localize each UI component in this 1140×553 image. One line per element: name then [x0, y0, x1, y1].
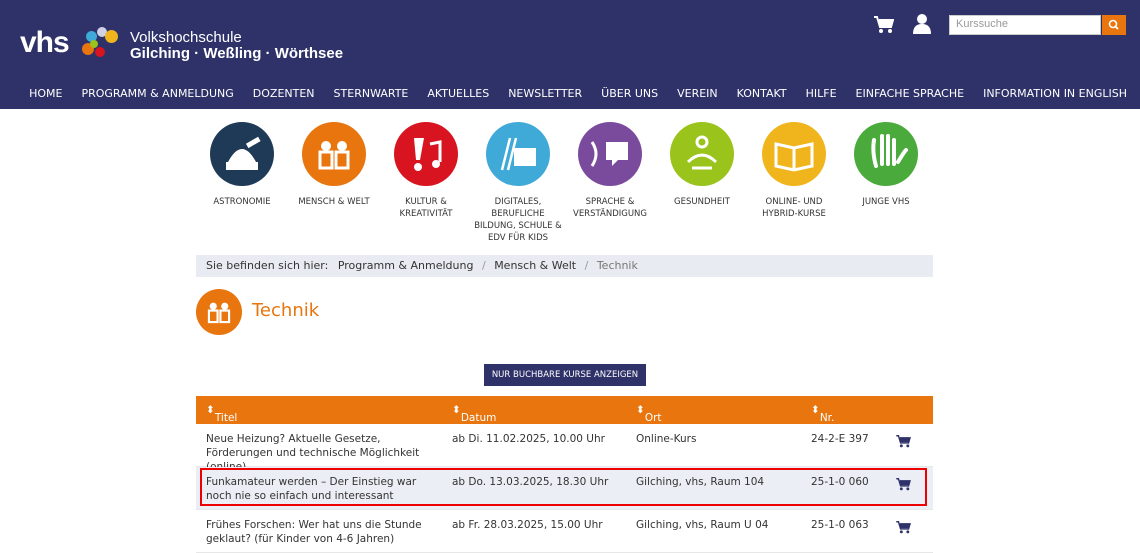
course-date: ab Di. 11.02.2025, 10.00 Uhr: [452, 433, 605, 445]
nav-aktuelles[interactable]: AKTUELLES: [427, 87, 489, 100]
search-input[interactable]: Kurssuche: [949, 15, 1101, 35]
nav-programm[interactable]: PROGRAMM & ANMELDUNG: [81, 87, 233, 100]
table-header: ⬍ Titel ⬍ Datum ⬍ Ort ⬍ Nr.: [196, 396, 933, 424]
breadcrumb: Sie befinden sich hier: Programm & Anmel…: [196, 255, 933, 277]
category-online[interactable]: ONLINE- UND HYBRID-KURSE: [748, 122, 840, 220]
briefcase-icon: [486, 122, 550, 186]
brand-line-2: Gilching · Weßling · Wörthsee: [130, 45, 344, 62]
bookable-filter-button[interactable]: NUR BUCHBARE KURSE ANZEIGEN: [484, 364, 646, 386]
category-sprache[interactable]: SPRACHE & VERSTÄNDIGUNG: [564, 122, 656, 220]
table-row[interactable]: Frühes Forschen: Wer hat uns die Stunde …: [196, 510, 933, 553]
page-title: Technik: [252, 300, 320, 321]
meditation-icon: [670, 122, 734, 186]
category-kultur[interactable]: KULTUR & KREATIVITÄT: [380, 122, 472, 220]
hand-icon: [854, 122, 918, 186]
speech-bubble-icon: [578, 122, 642, 186]
breadcrumb-prefix: Sie befinden sich hier:: [206, 259, 329, 272]
nav-home[interactable]: HOME: [29, 87, 62, 100]
category-gesundheit[interactable]: GESUNDHEIT: [656, 122, 748, 208]
table-row[interactable]: Neue Heizung? Aktuelle Gesetze, Förderun…: [196, 424, 933, 473]
nav-english[interactable]: INFORMATION IN ENGLISH: [983, 87, 1127, 100]
category-mensch-welt[interactable]: MENSCH & WELT: [288, 122, 380, 208]
cart-icon[interactable]: [896, 521, 911, 534]
main-nav: HOME PROGRAMM & ANMELDUNG DOZENTEN STERN…: [10, 87, 1127, 100]
site-header: vhs Volkshochschule Gilching · Weßling ·…: [0, 0, 1140, 109]
breadcrumb-separator: /: [481, 259, 486, 272]
row-highlight-box: [200, 468, 927, 506]
breadcrumb-programm[interactable]: Programm & Anmeldung: [338, 259, 474, 272]
paint-music-icon: [394, 122, 458, 186]
people-icon: [302, 122, 366, 186]
cart-icon[interactable]: [874, 16, 894, 34]
book-icon: [762, 122, 826, 186]
logo-dots-icon: [80, 27, 120, 63]
sort-place[interactable]: ⬍ Ort: [636, 404, 662, 424]
telescope-icon: [210, 122, 274, 186]
sort-title[interactable]: ⬍ Titel: [206, 404, 237, 424]
course-title[interactable]: Frühes Forschen: Wer hat uns die Stunde …: [206, 518, 441, 546]
people-icon: [196, 289, 242, 335]
course-place: Gilching, vhs, Raum U 04: [636, 519, 769, 531]
brand-line-1: Volkshochschule: [130, 29, 242, 46]
nav-ueber-uns[interactable]: ÜBER UNS: [601, 87, 658, 100]
search-button[interactable]: [1102, 15, 1126, 35]
nav-newsletter[interactable]: NEWSLETTER: [508, 87, 582, 100]
category-digitales[interactable]: DIGITALES, BERUFLICHE BILDUNG, SCHULE & …: [472, 122, 564, 244]
breadcrumb-mensch-welt[interactable]: Mensch & Welt: [494, 259, 576, 272]
search-icon: [1108, 19, 1119, 30]
breadcrumb-separator: /: [584, 259, 589, 272]
cart-icon[interactable]: [896, 435, 911, 448]
category-junge-vhs[interactable]: JUNGE VHS: [840, 122, 932, 208]
nav-einfache-sprache[interactable]: EINFACHE SPRACHE: [856, 87, 965, 100]
course-place: Online-Kurs: [636, 433, 697, 445]
nav-verein[interactable]: VEREIN: [677, 87, 718, 100]
category-bar: ASTRONOMIE MENSCH & WELT KULTUR & KREATI…: [196, 122, 933, 247]
course-nr: 25-1-0 063: [811, 519, 869, 531]
course-nr: 24-2-E 397: [811, 433, 869, 445]
user-icon[interactable]: [913, 14, 931, 34]
sort-nr[interactable]: ⬍ Nr.: [811, 404, 834, 424]
course-date: ab Fr. 28.03.2025, 15.00 Uhr: [452, 519, 603, 531]
nav-sternwarte[interactable]: STERNWARTE: [334, 87, 409, 100]
nav-hilfe[interactable]: HILFE: [806, 87, 837, 100]
breadcrumb-current: Technik: [596, 259, 638, 272]
nav-kontakt[interactable]: KONTAKT: [737, 87, 787, 100]
sort-date[interactable]: ⬍ Datum: [452, 404, 496, 424]
nav-dozenten[interactable]: DOZENTEN: [253, 87, 315, 100]
category-astronomie[interactable]: ASTRONOMIE: [196, 122, 288, 208]
